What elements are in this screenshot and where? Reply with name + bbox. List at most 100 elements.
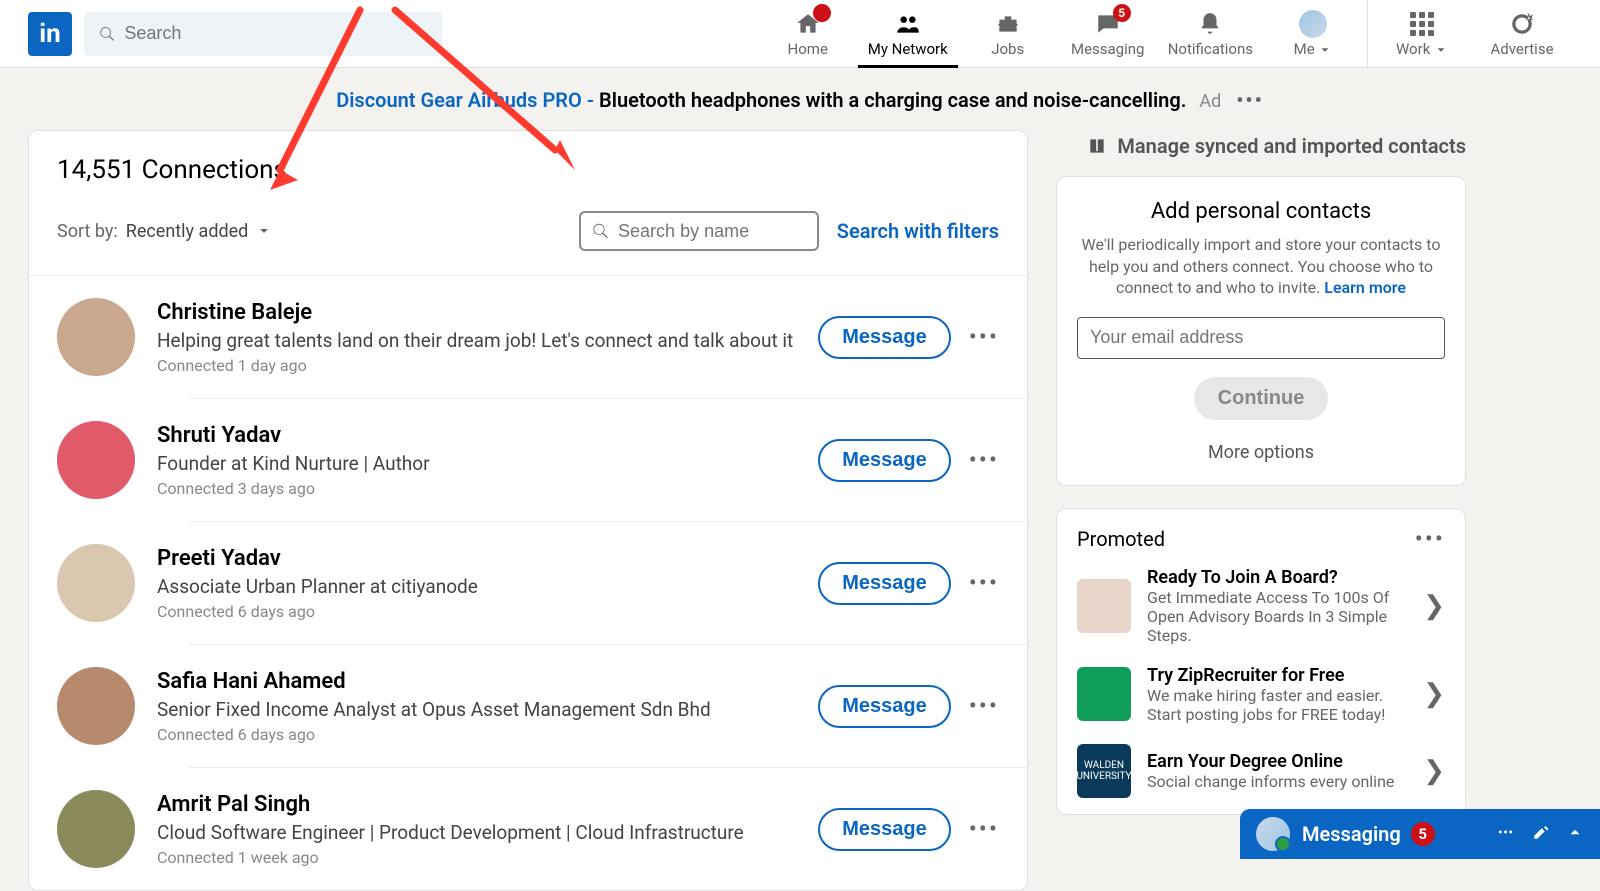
promoted-icon: WALDENUNIVERSITY: [1077, 744, 1131, 798]
connection-time: Connected 6 days ago: [157, 725, 818, 744]
row-more-button[interactable]: •••: [969, 692, 999, 720]
search-by-name[interactable]: [579, 211, 819, 251]
connection-avatar[interactable]: [57, 421, 135, 499]
manage-contacts-label: Manage synced and imported contacts: [1117, 134, 1466, 158]
chevron-right-icon: ❯: [1423, 756, 1445, 786]
nav-home[interactable]: Home: [758, 0, 858, 68]
learn-more-link[interactable]: Learn more: [1324, 278, 1406, 297]
connections-controls: Sort by: Recently added Search with filt…: [29, 193, 1027, 276]
sort-label: Sort by:: [57, 221, 118, 242]
nav-jobs[interactable]: Jobs: [958, 0, 1058, 68]
annotation-arrow: [380, 0, 610, 205]
dock-avatar: [1256, 817, 1290, 851]
connection-tagline: Senior Fixed Income Analyst at Opus Asse…: [157, 698, 818, 721]
connection-tagline: Cloud Software Engineer | Product Develo…: [157, 821, 818, 844]
ad-text: Bluetooth headphones with a charging cas…: [599, 88, 1186, 112]
ad-more-button[interactable]: •••: [1236, 88, 1264, 112]
linkedin-logo[interactable]: in: [28, 12, 72, 56]
continue-button[interactable]: Continue: [1194, 377, 1329, 420]
search-icon: [98, 24, 116, 44]
connection-avatar[interactable]: [57, 544, 135, 622]
promoted-title: Earn Your Degree Online: [1147, 751, 1415, 772]
ad-banner: Discount Gear Airbuds PRO - Bluetooth he…: [0, 68, 1600, 130]
dock-badge: 5: [1411, 822, 1435, 846]
row-more-button[interactable]: •••: [969, 323, 999, 351]
chevron-right-icon: ❯: [1423, 679, 1445, 709]
connection-tagline: Founder at Kind Nurture | Author: [157, 452, 818, 475]
add-contacts-sub: We'll periodically import and store your…: [1077, 234, 1445, 299]
nav-my-network[interactable]: My Network: [858, 0, 958, 68]
bell-icon: [1197, 11, 1223, 37]
add-contacts-card: Add personal contacts We'll periodically…: [1056, 176, 1466, 486]
connection-name[interactable]: Shruti Yadav: [157, 423, 818, 448]
sidebar: Manage synced and imported contacts Add …: [1056, 130, 1466, 891]
me-avatar: [1299, 10, 1327, 38]
caret-down-icon: [1318, 43, 1332, 57]
sort-value: Recently added: [126, 221, 249, 242]
promoted-header: Promoted: [1077, 527, 1165, 551]
apps-icon: [1410, 12, 1434, 36]
connection-name[interactable]: Safia Hani Ahamed: [157, 669, 818, 694]
top-nav: Home My Network Jobs 5 Messaging Notific…: [758, 0, 1572, 68]
message-button[interactable]: Message: [818, 316, 951, 359]
row-more-button[interactable]: •••: [969, 815, 999, 843]
connection-tagline: Associate Urban Planner at citiyanode: [157, 575, 818, 598]
promoted-item[interactable]: Try ZipRecruiter for Free We make hiring…: [1077, 651, 1445, 730]
add-contacts-title: Add personal contacts: [1077, 199, 1445, 224]
promoted-icon: [1077, 579, 1131, 633]
connection-name[interactable]: Amrit Pal Singh: [157, 792, 818, 817]
search-with-filters-link[interactable]: Search with filters: [837, 219, 999, 243]
target-icon: [1509, 11, 1535, 37]
promoted-desc: We make hiring faster and easier. Start …: [1147, 686, 1415, 724]
connection-time: Connected 1 day ago: [157, 356, 818, 375]
promoted-card: Promoted ••• Ready To Join A Board? Get …: [1056, 508, 1466, 815]
promoted-item[interactable]: Ready To Join A Board? Get Immediate Acc…: [1077, 553, 1445, 651]
email-field[interactable]: [1077, 317, 1445, 359]
caret-down-icon: [1434, 43, 1448, 57]
dock-expand-button[interactable]: [1566, 823, 1584, 845]
connection-time: Connected 6 days ago: [157, 602, 818, 621]
manage-contacts-link[interactable]: Manage synced and imported contacts: [1056, 134, 1466, 158]
nav-network-label: My Network: [868, 40, 948, 58]
dock-more-button[interactable]: [1498, 823, 1516, 845]
nav-work[interactable]: Work: [1372, 0, 1472, 68]
connection-name[interactable]: Preeti Yadav: [157, 546, 818, 571]
dock-title: Messaging: [1302, 822, 1401, 846]
nav-messaging[interactable]: 5 Messaging: [1058, 0, 1158, 68]
promoted-desc: Social change informs every online: [1147, 772, 1415, 791]
connection-avatar[interactable]: [57, 298, 135, 376]
connection-tagline: Helping great talents land on their drea…: [157, 329, 818, 352]
connections-list: Christine Baleje Helping great talents l…: [29, 276, 1027, 890]
nav-me[interactable]: Me: [1263, 0, 1363, 68]
search-icon: [591, 220, 610, 242]
more-options-link[interactable]: More options: [1077, 442, 1445, 463]
message-button[interactable]: Message: [818, 562, 951, 605]
message-button[interactable]: Message: [818, 808, 951, 851]
promoted-item[interactable]: WALDENUNIVERSITY Earn Your Degree Online…: [1077, 730, 1445, 804]
nav-work-label: Work: [1396, 40, 1448, 58]
connection-time: Connected 1 week ago: [157, 848, 818, 867]
global-header: in Home My Network Jobs 5 Messaging Noti…: [0, 0, 1600, 68]
message-button[interactable]: Message: [818, 685, 951, 728]
nav-me-label: Me: [1294, 40, 1333, 58]
connection-avatar[interactable]: [57, 790, 135, 868]
dock-compose-button[interactable]: [1532, 823, 1550, 845]
row-more-button[interactable]: •••: [969, 446, 999, 474]
people-icon: [895, 11, 921, 37]
connection-name[interactable]: Christine Baleje: [157, 300, 818, 325]
book-icon: [1087, 136, 1107, 156]
connection-avatar[interactable]: [57, 667, 135, 745]
nav-advertise[interactable]: Advertise: [1472, 0, 1572, 68]
promoted-icon: [1077, 667, 1131, 721]
connections-panel: 14,551 Connections Sort by: Recently add…: [28, 130, 1028, 891]
promoted-more-button[interactable]: •••: [1415, 525, 1445, 553]
message-button[interactable]: Message: [818, 439, 951, 482]
nav-notifications[interactable]: Notifications: [1158, 0, 1263, 68]
connection-row: Christine Baleje Helping great talents l…: [29, 276, 1027, 398]
connection-row: Amrit Pal Singh Cloud Software Engineer …: [29, 768, 1027, 890]
messaging-dock[interactable]: Messaging 5: [1240, 809, 1600, 859]
promoted-title: Try ZipRecruiter for Free: [1147, 665, 1415, 686]
row-more-button[interactable]: •••: [969, 569, 999, 597]
search-by-name-input[interactable]: [618, 221, 807, 242]
nav-notifications-label: Notifications: [1168, 40, 1253, 58]
